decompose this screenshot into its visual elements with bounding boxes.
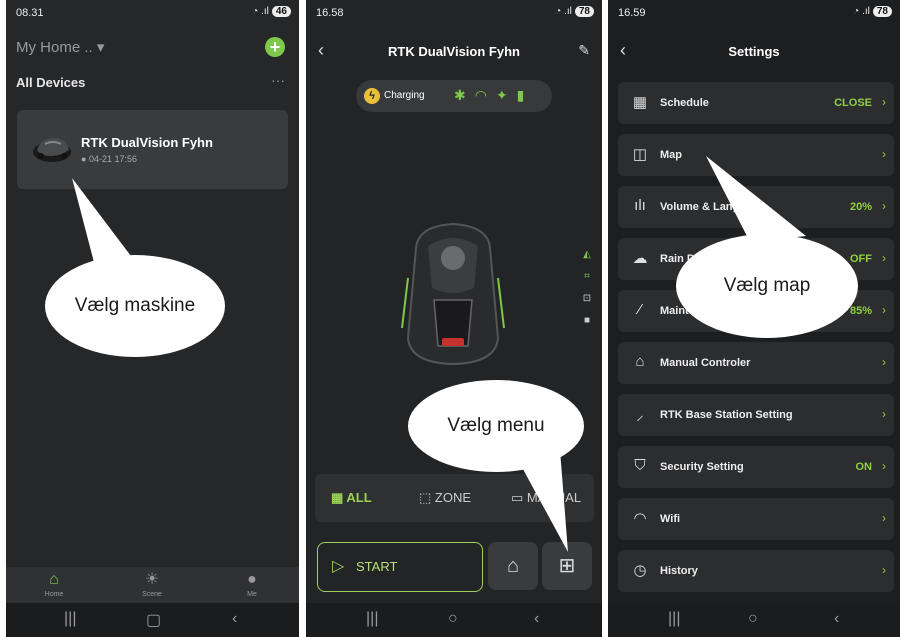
callout-menu: Vælg menu: [408, 380, 584, 472]
callout-tail-map: [706, 156, 806, 242]
callout-maskine: Vælg maskine: [45, 255, 225, 357]
callout-map: Vælg map: [676, 234, 858, 338]
